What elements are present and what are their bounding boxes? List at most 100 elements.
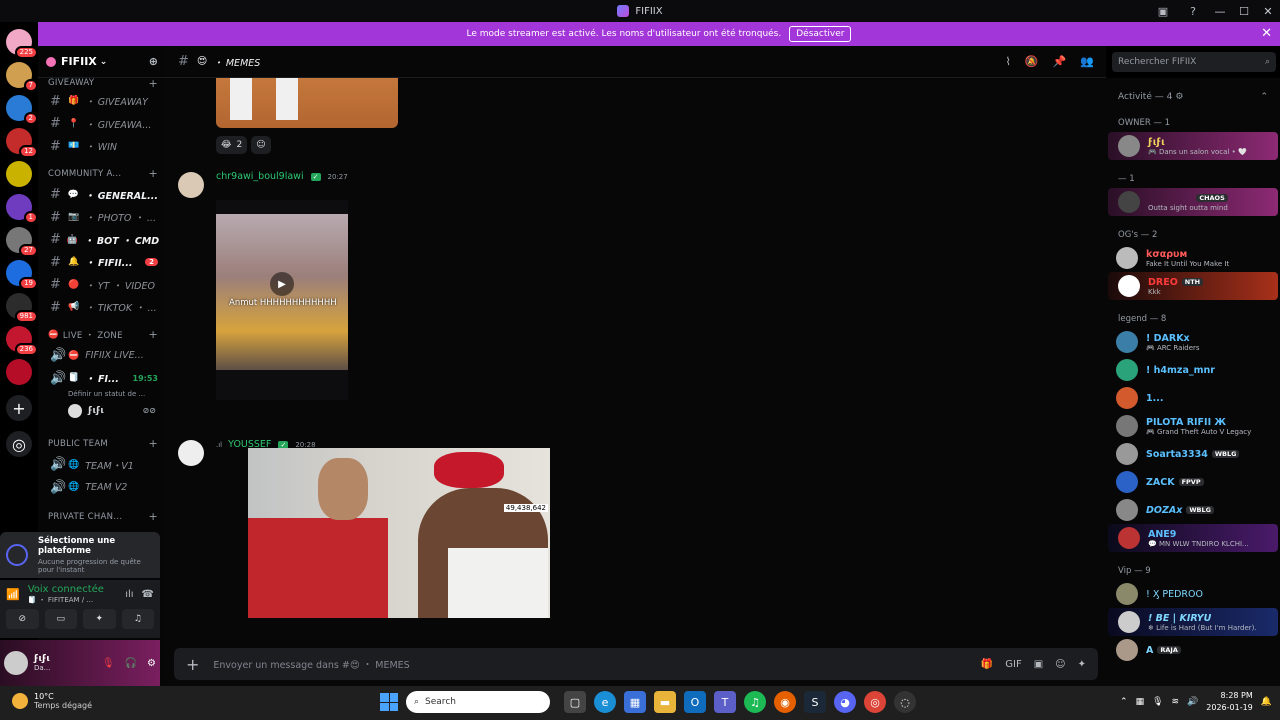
category-community[interactable]: COMMUNITY A... + <box>38 164 166 184</box>
channel-fifiix-live[interactable]: 🔊 ⛔ FIFIIX LIVE... <box>38 345 166 368</box>
emoji-icon[interactable]: ☺ <box>1055 659 1065 670</box>
add-server-button[interactable]: + <box>6 395 32 421</box>
spotify-icon[interactable]: ♫ <box>744 691 766 713</box>
sticker-icon[interactable]: ▣ <box>1034 659 1043 670</box>
start-button-icon[interactable] <box>380 693 398 711</box>
clock[interactable]: 8:28 PM 2026-01-19 <box>1206 690 1253 714</box>
close-window-button[interactable]: ✕ <box>1256 0 1280 22</box>
task-view-icon[interactable]: ▢ <box>564 691 586 713</box>
server-icon[interactable]: 2 <box>6 95 38 125</box>
taskbar-search[interactable]: ⌕ Search <box>406 691 550 713</box>
notifications-icon[interactable]: 🔔 <box>1261 697 1272 707</box>
member-row[interactable]: 1... <box>1106 384 1280 412</box>
mic-icon[interactable]: 🎙 <box>1152 697 1163 707</box>
server-icon[interactable]: 225 <box>6 29 38 59</box>
member-row[interactable]: PILOTA RIFII Ж 🎮 Grand Theft Auto V Legac… <box>1106 412 1280 440</box>
video-attachment[interactable]: ▶ Anmut HHHHHHHHHHHH <box>216 200 348 400</box>
discord-icon[interactable]: ◕ <box>834 691 856 713</box>
category-private[interactable]: PRIVATE CHAN... + <box>38 507 166 527</box>
gift-icon[interactable]: 🎁 <box>981 659 993 670</box>
screen-share-button[interactable]: ▭ <box>44 609 77 629</box>
mic-muted-icon[interactable]: 🎙 <box>102 658 115 669</box>
edge-icon[interactable]: e <box>594 691 616 713</box>
channel-photo[interactable]: # 📷 ・ PHOTO ・ ... <box>38 206 166 229</box>
member-row[interactable]: Soarta3334 WBLG <box>1106 440 1280 468</box>
soundboard-button[interactable]: ♫ <box>121 609 154 629</box>
weather-widget[interactable]: 10°C Temps dégagé <box>12 692 92 710</box>
member-row[interactable]: ANE9 💬 MN WLW TNDIRO KLCHI... <box>1108 524 1278 552</box>
channel-team-v1[interactable]: 🔊 🌐 TEAM・V1 <box>38 454 166 477</box>
voice-channel-fi[interactable]: 🔊 🧻 ・ FI... 19:53 <box>38 367 166 390</box>
channel-giveaway-2[interactable]: # 📍 ・ GIVEAWA... <box>38 113 166 136</box>
message-composer[interactable]: + Envoyer un message dans #😍 ・ MEMES 🎁 G… <box>174 648 1098 680</box>
server-icon[interactable]: 236 <box>6 326 38 356</box>
member-row[interactable]: ! DARKx 🎮 ARC Raiders <box>1106 328 1280 356</box>
store-icon[interactable]: ▦ <box>624 691 646 713</box>
category-giveaway[interactable]: GIVEAWAY + <box>38 76 166 90</box>
teams-icon[interactable]: T <box>714 691 736 713</box>
server-icon[interactable]: 27 <box>6 227 38 257</box>
avatar[interactable] <box>178 440 204 466</box>
help-icon[interactable]: ? <box>1186 4 1200 18</box>
firefox-icon[interactable]: ◉ <box>774 691 796 713</box>
volume-icon[interactable]: 🔊 <box>1187 697 1198 707</box>
member-row[interactable]: ! Ӽ PEDROO <box>1106 580 1280 608</box>
channel-fifii[interactable]: # 🔔 ・ FIFII... 2 <box>38 251 166 274</box>
server-icon[interactable]: 981 <box>6 293 38 323</box>
notifications-muted-icon[interactable]: 🔕 <box>1025 55 1039 68</box>
threads-icon[interactable]: ⌇ <box>1006 55 1011 68</box>
server-header[interactable]: FIFIIX ⌄ ⊕ <box>38 46 166 78</box>
server-icon[interactable] <box>6 359 32 385</box>
member-row[interactable]: ! h4mza_mnr <box>1106 356 1280 384</box>
server-icon[interactable]: 19 <box>6 260 38 290</box>
message-input[interactable]: Envoyer un message dans #😍 ・ MEMES <box>213 657 409 671</box>
member-row[interactable]: kσαρυм Fake It Until You Make It <box>1106 244 1280 272</box>
avatar[interactable] <box>178 172 204 198</box>
members-icon[interactable]: 👥 <box>1080 55 1094 68</box>
noise-suppression-icon[interactable]: ılı <box>125 589 133 600</box>
chrome-icon[interactable]: ◎ <box>864 691 886 713</box>
category-public-team[interactable]: PUBLIC TEAM + <box>38 434 166 454</box>
channel-bot-cmd[interactable]: # 🤖 ・ BOT ・ CMD <box>38 229 166 252</box>
disconnect-icon[interactable]: ☎ <box>142 589 154 600</box>
voice-user[interactable]: ϝιϝι ⊘⊘ <box>38 402 166 422</box>
member-row[interactable]: ! BE | KIRYU ❄ Life is Hard (But I'm Hard… <box>1108 608 1278 636</box>
activity-header[interactable]: Activité — 4 ⚙ ⌃ <box>1106 78 1280 110</box>
channel-tiktok[interactable]: # 📢 ・ TIKTOK ・ ... <box>38 296 166 319</box>
outlook-icon[interactable]: O <box>684 691 706 713</box>
channel-general[interactable]: # 💬 ・ GENERAL... <box>38 184 166 207</box>
gear-icon[interactable]: ⚙ <box>147 658 156 669</box>
discover-icon[interactable]: ◎ <box>6 431 32 457</box>
quest-platform-card[interactable]: Sélectionne une plateforme Aucune progre… <box>0 532 160 578</box>
play-icon[interactable]: ▶ <box>270 272 294 296</box>
attach-button[interactable]: + <box>186 655 199 674</box>
member-row[interactable]: DOZAx WBLG <box>1106 496 1280 524</box>
server-icon[interactable] <box>6 161 32 187</box>
member-row[interactable]: ZACK FPVP <box>1106 468 1280 496</box>
file-explorer-icon[interactable]: ▬ <box>654 691 676 713</box>
member-row[interactable]: A RAJA <box>1106 636 1280 664</box>
avatar[interactable] <box>4 651 28 675</box>
reaction-laugh[interactable]: 😂 2 <box>216 136 248 154</box>
apps-icon[interactable]: ✦ <box>1078 659 1086 670</box>
server-icon[interactable]: 1 <box>6 194 38 224</box>
obs-icon[interactable]: ◌ <box>894 691 916 713</box>
author-name[interactable]: chr9awi_boul9lawi <box>216 171 304 182</box>
gif-icon[interactable]: GIF <box>1005 659 1021 670</box>
voice-connected-label[interactable]: Voix connectée <box>28 584 104 595</box>
chevron-up-icon[interactable]: ⌃ <box>1120 697 1128 707</box>
channel-yt-video[interactable]: # 🔴 ・ YT ・ VIDEO <box>38 274 166 297</box>
server-icon[interactable]: 12 <box>6 128 38 158</box>
inbox-icon[interactable]: ▣ <box>1156 4 1170 18</box>
minimize-button[interactable]: — <box>1208 0 1232 22</box>
headset-deafened-icon[interactable]: 🎧 <box>125 658 137 669</box>
server-icon[interactable]: 7 <box>6 62 38 92</box>
image-attachment[interactable] <box>216 78 398 128</box>
activities-button[interactable]: ✦ <box>83 609 116 629</box>
add-reaction-button[interactable]: ☺ <box>251 136 271 154</box>
member-row[interactable]: CHAOS Outta sight outta mind <box>1108 188 1278 216</box>
category-live-zone[interactable]: ⛔ LIVE ・ ZONE + <box>38 325 166 345</box>
voice-channel-label[interactable]: 🧻 ・ FIFITEAM / ... <box>28 595 104 605</box>
search-input[interactable]: Rechercher FIFIIX ⌕ <box>1112 52 1276 72</box>
add-user-icon[interactable]: ⊕ <box>149 55 158 68</box>
